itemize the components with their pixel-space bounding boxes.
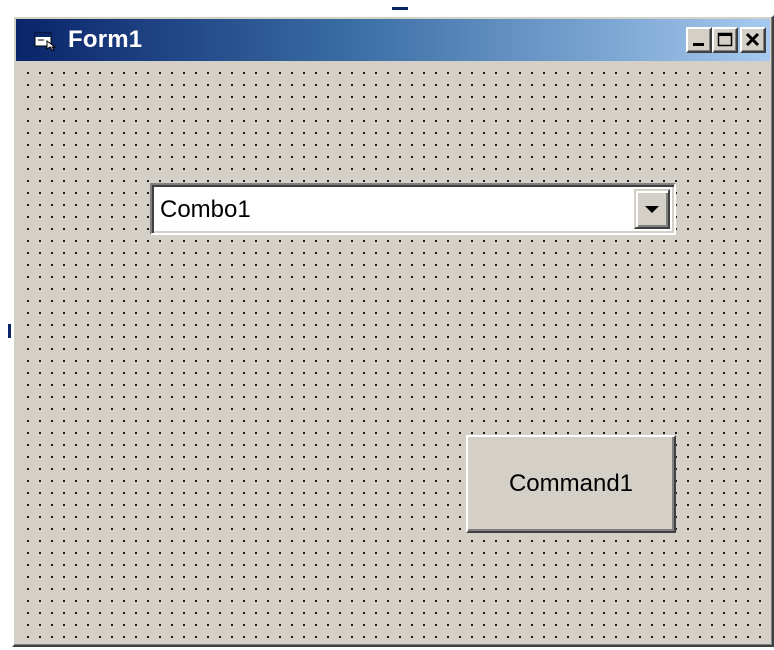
selection-handle-left[interactable] (8, 324, 11, 338)
maximize-icon (717, 32, 733, 47)
maximize-button[interactable] (712, 27, 738, 53)
form-window: Form1 Combo1 Command1 (12, 15, 774, 647)
combo-dropdown-button[interactable] (634, 189, 670, 229)
title-bar[interactable]: Form1 (16, 19, 770, 61)
minimize-icon (693, 43, 704, 46)
window-title: Form1 (68, 26, 143, 53)
chevron-down-icon (645, 206, 659, 213)
minimize-button[interactable] (686, 27, 712, 53)
form-design-surface[interactable]: Combo1 Command1 (18, 63, 768, 641)
close-icon (745, 32, 760, 47)
combo-box[interactable]: Combo1 (150, 183, 676, 235)
combo-value: Combo1 (160, 196, 251, 223)
command-button-label: Command1 (508, 470, 634, 497)
command-button[interactable]: Command1 (466, 435, 676, 533)
form-icon[interactable] (34, 31, 58, 51)
desktop: Form1 Combo1 Command1 (0, 0, 774, 650)
close-button[interactable] (740, 27, 766, 53)
selection-handle-top[interactable] (392, 7, 408, 10)
